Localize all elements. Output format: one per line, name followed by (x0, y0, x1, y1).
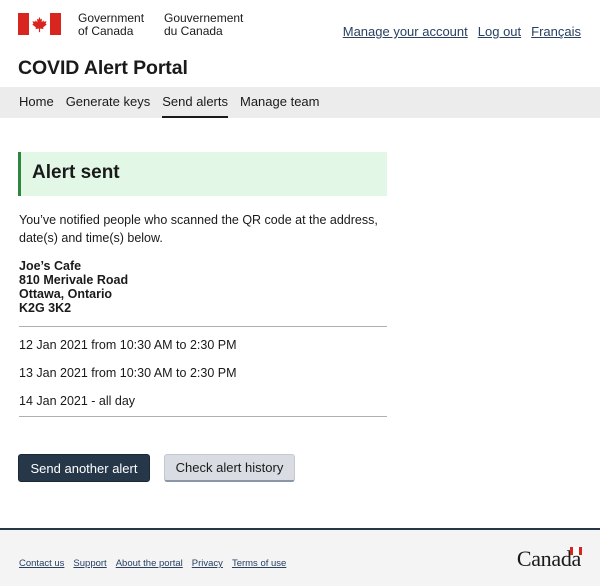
language-toggle-link[interactable]: Français (531, 24, 581, 39)
location-name: Joe’s Cafe (19, 259, 82, 273)
send-another-alert-button[interactable]: Send another alert (18, 454, 150, 482)
success-alert: Alert sent (18, 152, 387, 196)
footer-link-about[interactable]: About the portal (116, 558, 183, 569)
location-city: Ottawa, Ontario (19, 287, 113, 301)
gov-fr-line2: du Canada (164, 24, 223, 38)
footer-link-contact[interactable]: Contact us (19, 558, 64, 569)
government-signature-french: Gouvernement du Canada (164, 12, 243, 38)
nav-item-home[interactable]: Home (19, 87, 54, 118)
location-street: 810 Merivale Road (19, 273, 129, 287)
manage-account-link[interactable]: Manage your account (343, 24, 468, 39)
site-header: Government of Canada Gouvernement du Can… (0, 0, 600, 86)
divider-bottom (19, 416, 387, 417)
check-alert-history-button[interactable]: Check alert history (164, 454, 295, 482)
nav-item-manage-team[interactable]: Manage team (240, 87, 320, 118)
alert-title: Alert sent (32, 162, 120, 183)
account-links: Manage your account Log out Français (343, 24, 581, 39)
footer-link-privacy[interactable]: Privacy (192, 558, 223, 569)
location-address: Joe’s Cafe 810 Merivale Road Ottawa, Ont… (19, 259, 128, 315)
logout-link[interactable]: Log out (478, 24, 521, 39)
site-footer: Contact us Support About the portal Priv… (0, 528, 600, 586)
date-item: 12 Jan 2021 from 10:30 AM to 2:30 PM (19, 338, 237, 352)
date-item: 14 Jan 2021 - all day (19, 394, 136, 408)
nav-item-send-alerts[interactable]: Send alerts (162, 87, 228, 118)
gov-en-line2: of Canada (78, 24, 134, 38)
main-nav: Home Generate keys Send alerts Manage te… (0, 87, 600, 118)
location-postal: K2G 3K2 (19, 301, 72, 315)
footer-links: Contact us Support About the portal Priv… (19, 558, 286, 569)
canada-wordmark: Canada (517, 546, 582, 572)
confirmation-text: You’ve notified people who scanned the Q… (19, 213, 378, 245)
divider-top (19, 326, 387, 327)
canada-mini-flag-icon (570, 547, 582, 555)
portal-title: COVID Alert Portal (18, 57, 188, 79)
date-item: 13 Jan 2021 from 10:30 AM to 2:30 PM (19, 366, 237, 380)
footer-link-support[interactable]: Support (73, 558, 106, 569)
government-signature-english: Government of Canada (78, 12, 144, 38)
footer-link-terms[interactable]: Terms of use (232, 558, 286, 569)
nav-item-generate-keys[interactable]: Generate keys (66, 87, 151, 118)
canada-flag-icon (18, 13, 61, 35)
